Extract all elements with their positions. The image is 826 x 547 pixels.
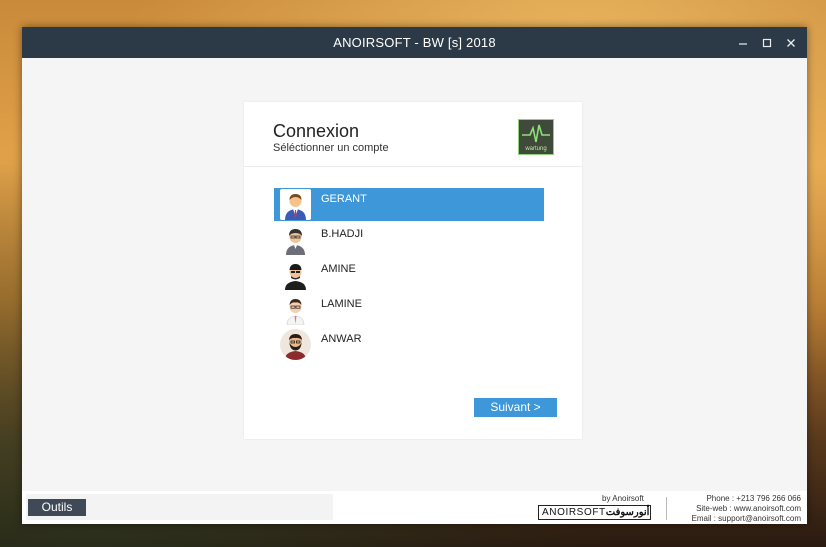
wartung-logo: wartung [518, 119, 554, 155]
window-title: ANOIRSOFT - BW [s] 2018 [333, 35, 496, 50]
account-name: LAMINE [321, 298, 362, 310]
phone-text: Phone : +213 796 266 066 [706, 494, 801, 503]
minimize-button[interactable] [731, 27, 755, 58]
footer-divider [666, 497, 667, 520]
brand-latin: ANOIRSOFT [542, 507, 606, 518]
minimize-icon [739, 42, 747, 45]
email-link[interactable]: Email : support@anoirsoft.com [692, 514, 802, 524]
account-item-gerant[interactable]: GERANT [274, 188, 544, 221]
avatar [280, 329, 311, 360]
login-title: Connexion [273, 121, 360, 141]
user-avatar-icon [286, 299, 305, 325]
contact-info: Phone : +213 796 266 066 Site-web : www.… [692, 494, 802, 524]
avatar [280, 294, 311, 325]
avatar [280, 224, 311, 255]
login-card: Connexion Séléctionner un compte wartung [244, 102, 582, 439]
account-item-lamine[interactable]: LAMINE [274, 293, 544, 326]
next-button[interactable]: Suivant > [474, 398, 557, 417]
tools-button[interactable]: Outils [28, 499, 86, 516]
card-divider [244, 166, 582, 167]
account-name: ANWAR [321, 333, 362, 345]
account-name: AMINE [321, 263, 356, 275]
close-icon [787, 38, 795, 47]
login-subtitle: Séléctionner un compte [273, 142, 389, 154]
user-avatar-icon [285, 334, 306, 360]
window-controls [731, 27, 803, 58]
user-avatar-icon [286, 229, 305, 255]
maximize-button[interactable] [755, 27, 779, 58]
account-list: GERANT B.HADJI AMINE LAMINE ANWAR [274, 188, 544, 363]
account-name: B.HADJI [321, 228, 364, 240]
website-link[interactable]: Site-web : www.anoirsoft.com [692, 504, 801, 514]
account-item-b-hadji[interactable]: B.HADJI [274, 223, 544, 256]
main-content: Connexion Séléctionner un compte wartung [22, 58, 807, 491]
account-item-anwar[interactable]: ANWAR [274, 328, 544, 361]
maximize-icon [762, 38, 772, 47]
manager-avatar-icon [285, 194, 306, 220]
app-window: ANOIRSOFT - BW [s] 2018 Connexion Séléct… [22, 27, 807, 524]
avatar [280, 259, 311, 290]
account-item-amine[interactable]: AMINE [274, 258, 544, 291]
avatar [280, 189, 311, 220]
footer-bar: Outils by Anoirsoft ANOIRSOFT أنورسوفت P… [22, 491, 807, 524]
brand-arabic: أنورسوفت [605, 507, 650, 518]
user-avatar-icon [285, 264, 306, 290]
title-bar[interactable]: ANOIRSOFT - BW [s] 2018 [22, 27, 807, 58]
by-label: by Anoirsoft [602, 494, 644, 503]
heartbeat-icon [522, 124, 550, 143]
anoirsoft-logo: ANOIRSOFT أنورسوفت [538, 505, 651, 520]
account-name: GERANT [321, 193, 367, 205]
logo-label: wartung [525, 146, 547, 152]
close-button[interactable] [779, 27, 803, 58]
